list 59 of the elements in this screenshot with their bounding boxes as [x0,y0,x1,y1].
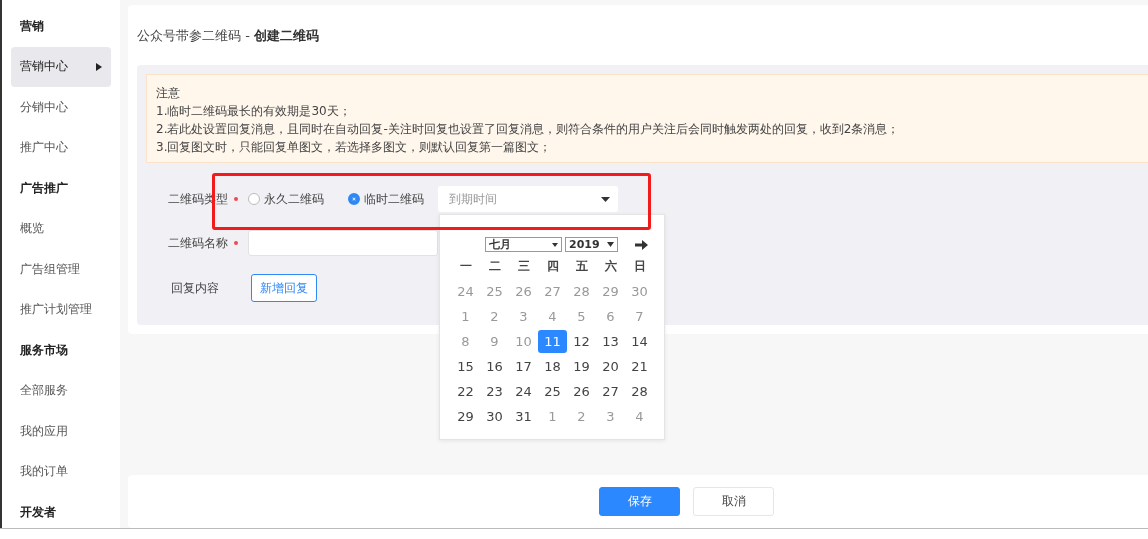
calendar-day[interactable]: 30 [480,405,509,428]
radio-option[interactable]: 永久二维码 [248,190,324,208]
sidebar-item[interactable]: 广告组管理 [11,249,111,290]
calendar-day[interactable]: 23 [480,380,509,403]
field-label: 回复内容 [170,279,219,297]
weekday-label: 五 [574,258,589,275]
sidebar-item[interactable]: 我的订单 [11,451,111,492]
sidebar-item[interactable]: 全部服务 [11,370,111,411]
notice-line: 1.临时二维码最长的有效期是30天； [156,103,352,120]
notice-heading: 注意 [156,85,181,102]
calendar-day[interactable]: 28 [625,380,654,403]
sidebar-item[interactable]: 营销中心 [11,46,111,87]
calendar-day[interactable]: 16 [480,355,509,378]
caret-icon [601,196,610,202]
calendar-day[interactable]: 14 [625,330,654,353]
next-arrow-icon[interactable] [635,239,648,250]
calendar-day[interactable]: 20 [596,355,625,378]
notice-line: 2.若此处设置回复消息，且同时在自动回复-关注时回复也设置了回复消息，则符合条件的用户关注后会同时触发两处的回复，收到2条消息； [156,121,901,138]
year-select[interactable]: 2019 [565,237,618,252]
field-label: 二维码名称 [167,234,228,252]
caret-icon [607,242,614,247]
sidebar-item[interactable]: 概览 [11,208,111,249]
calendar-day[interactable]: 13 [596,330,625,353]
caret-icon [552,242,558,247]
calendar-day[interactable]: 25 [538,380,567,403]
weekday-label: 六 [603,258,618,275]
sidebar-item[interactable]: 推广中心 [11,127,111,168]
calendar-day[interactable]: 27 [596,380,625,403]
sidebar-heading: 开发者 [19,504,57,521]
calendar-day[interactable]: 26 [567,380,596,403]
calendar-day[interactable]: 12 [567,330,596,353]
add-reply-button[interactable]: 新增回复 [251,274,317,302]
calendar-day[interactable]: 21 [625,355,654,378]
calendar-day[interactable]: 24 [509,380,538,403]
page-title: 公众号带参二维码 - 创建二维码 [137,27,320,45]
name-input[interactable] [248,230,438,256]
sidebar-heading: 广告推广 [19,180,69,197]
calendar-day[interactable]: 29 [451,405,480,428]
weekday-label: 三 [516,258,531,275]
sidebar-heading: 服务市场 [19,342,69,359]
weekday-label: 一 [458,258,473,275]
cancel-button[interactable]: 取消 [693,487,774,516]
calendar-day[interactable]: 18 [538,355,567,378]
calendar-day[interactable]: 22 [451,380,480,403]
calendar-day[interactable]: 17 [509,355,538,378]
caret-icon [96,62,102,71]
weekday-label: 四 [545,258,560,275]
calendar-day[interactable]: 31 [509,405,538,428]
weekday-label: 二 [487,258,502,275]
calendar-day[interactable]: 15 [451,355,480,378]
sidebar-heading: 营销 [19,18,45,35]
sidebar-item[interactable]: 分销中心 [11,87,111,128]
month-select[interactable]: 七月 [485,237,562,252]
weekday-label: 日 [632,258,647,275]
notice-line: 3.回复图文时，只能回复单图文，若选择多图文，则默认回复第一篇图文； [156,139,553,156]
sidebar-item[interactable]: 我的应用 [11,411,111,452]
calendar-day[interactable]: 19 [567,355,596,378]
radio-option[interactable]: 临时二维码 [348,190,424,208]
sidebar-item[interactable]: 推广计划管理 [11,289,111,330]
